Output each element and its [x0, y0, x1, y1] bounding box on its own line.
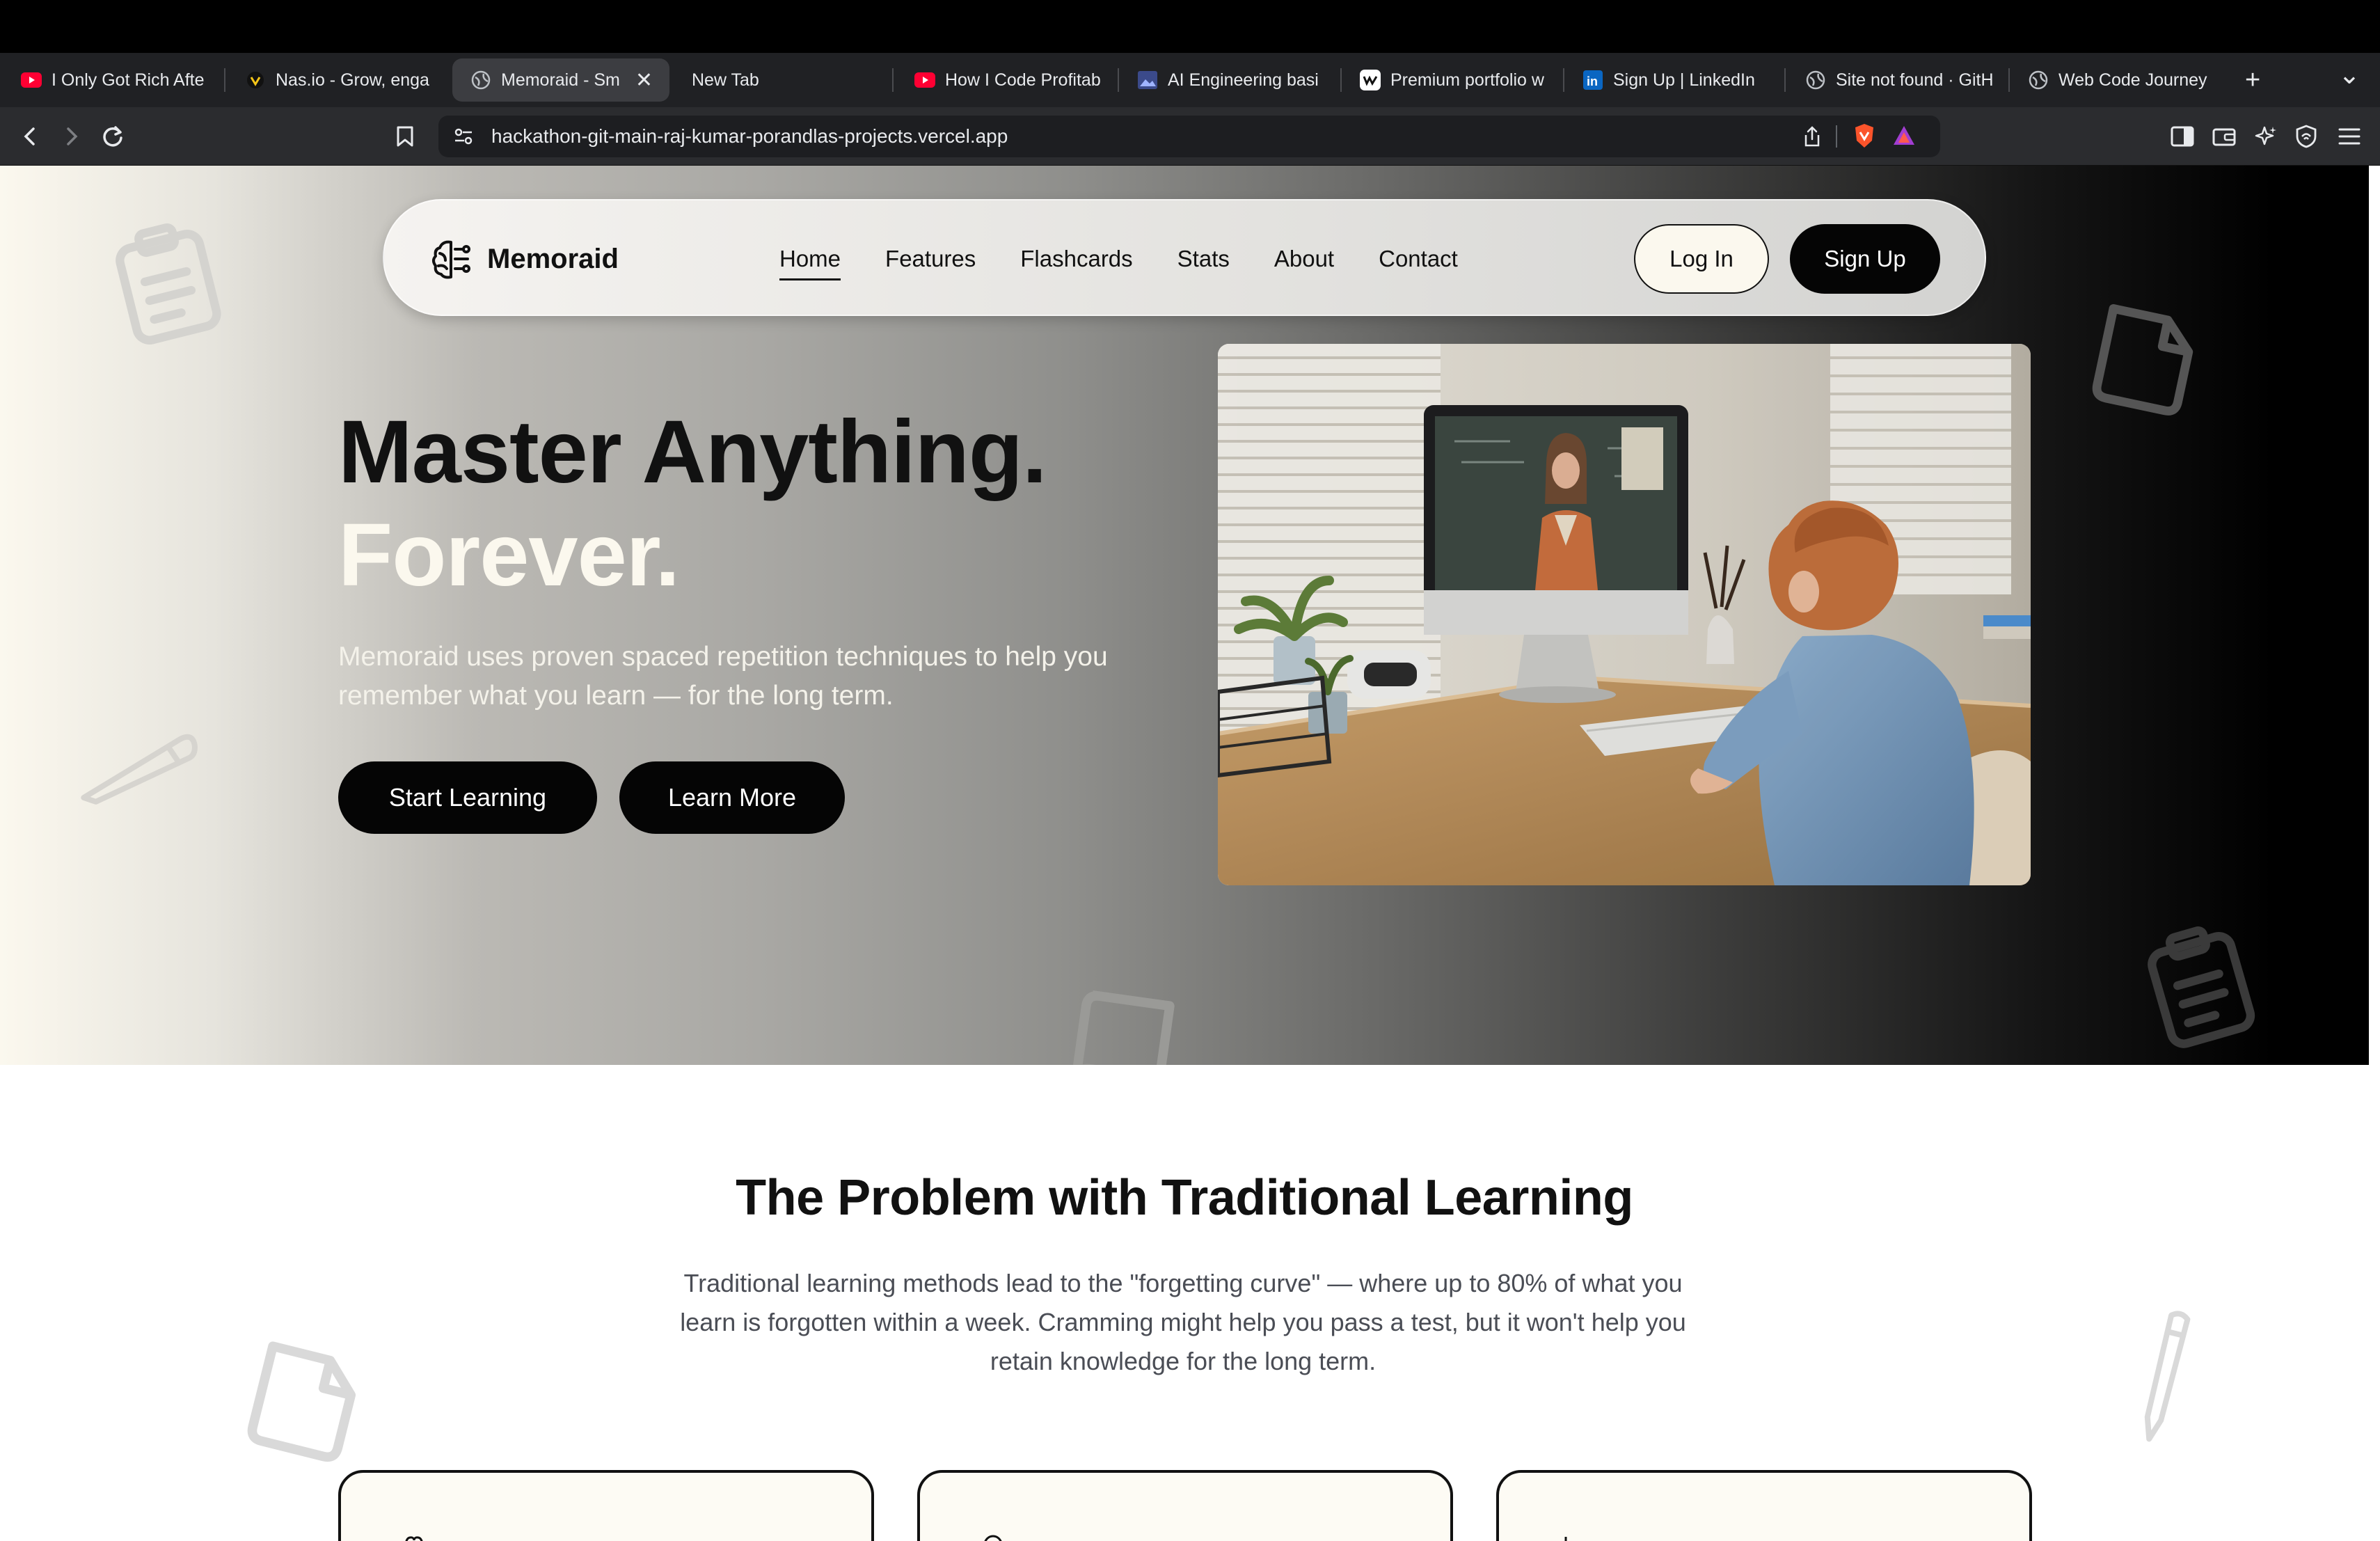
site-navbar: Memoraid Home Features Flashcards Stats … [383, 199, 1986, 316]
tab-strip: I Only Got Rich Afte Nas.io - Grow, enga… [0, 53, 2380, 107]
browser-tab-2[interactable]: Nas.io - Grow, enga [245, 58, 440, 102]
tab-separator [2008, 68, 2010, 92]
tab-title: How I Code Profitab [945, 70, 1101, 90]
pencil-doodle-icon [61, 706, 219, 830]
note-doodle-icon [231, 1331, 374, 1474]
problem-card-2 [917, 1470, 1453, 1541]
url-text: hackathon-git-main-raj-kumar-porandlas-p… [491, 125, 1008, 147]
leo-ai-icon[interactable] [2251, 121, 2281, 152]
linkedin-icon: in [1582, 70, 1603, 90]
learn-more-button[interactable]: Learn More [619, 761, 845, 834]
url-field[interactable]: hackathon-git-main-raj-kumar-porandlas-p… [438, 116, 1940, 157]
share-icon[interactable] [1802, 125, 1822, 151]
tab-separator [1340, 68, 1342, 92]
tab-title: Nas.io - Grow, enga [276, 70, 429, 90]
tab-separator [1784, 68, 1786, 92]
hero-subtext: Memoraid uses proven spaced repetition t… [338, 642, 1108, 711]
clipboard-doodle-icon [2127, 912, 2273, 1058]
brave-rewards-icon[interactable] [1891, 124, 1917, 151]
note-doodle-icon [2077, 294, 2210, 427]
tab-separator [224, 68, 225, 92]
heart-icon [405, 1536, 423, 1541]
brain-logo-icon [432, 240, 470, 279]
chevron-down-icon: ⌄ [2338, 60, 2361, 90]
tab-separator [892, 68, 894, 92]
browser-tab-3-active[interactable]: Memoraid - Sm ✕ [452, 58, 669, 102]
tab-title: Memoraid - Sm [501, 70, 620, 90]
plus-icon: + [2245, 65, 2261, 95]
hero-headline-line1: Master Anything. [338, 402, 1047, 502]
problem-section-title: The Problem with Traditional Learning [736, 1170, 1633, 1226]
problem-section-text: Traditional learning methods lead to the… [680, 1269, 1686, 1375]
image-icon [1137, 70, 1158, 90]
browser-tab-6[interactable]: AI Engineering basi [1137, 58, 1325, 102]
nav-link-stats[interactable]: Stats [1177, 246, 1230, 272]
tab-title: I Only Got Rich Afte [51, 70, 205, 90]
tab-list-button[interactable]: ⌄ [2338, 53, 2366, 96]
signup-button[interactable]: Sign Up [1790, 224, 1940, 294]
divider [1836, 125, 1837, 148]
nav-links: Home Features Flashcards Stats About Con… [779, 200, 1502, 317]
vpn-icon[interactable] [2291, 121, 2322, 152]
window-title-bar [0, 0, 2380, 53]
webflow-icon [1360, 70, 1381, 90]
globe-icon [470, 70, 491, 90]
student-computer-illustration [1218, 344, 2031, 885]
problem-card-1 [338, 1470, 874, 1541]
address-bar-row: hackathon-git-main-raj-kumar-porandlas-p… [0, 107, 2380, 166]
tab-title: Sign Up | LinkedIn [1613, 70, 1755, 90]
pencil-doodle-icon [2107, 1300, 2222, 1455]
nav-link-features[interactable]: Features [885, 246, 976, 272]
problem-card-3 [1496, 1470, 2032, 1541]
clock-icon [984, 1535, 1002, 1541]
menu-icon[interactable] [2334, 121, 2365, 152]
login-button[interactable]: Log In [1634, 224, 1769, 294]
browser-tab-10[interactable]: Web Code Journey [2028, 58, 2216, 102]
wallet-icon[interactable] [2209, 121, 2239, 152]
hero-headline-line2: Forever. [338, 505, 680, 605]
tab-title: New Tab [692, 70, 759, 90]
tab-title: AI Engineering basi [1168, 70, 1319, 90]
browser-tab-5[interactable]: How I Code Profitab [914, 58, 1109, 102]
tab-title: Premium portfolio w [1390, 70, 1544, 90]
tab-separator [1118, 68, 1119, 92]
youtube-icon [21, 70, 42, 90]
back-icon[interactable] [15, 121, 46, 152]
tab-separator [1563, 68, 1564, 92]
forward-icon[interactable] [56, 121, 86, 152]
clipboard-doodle-icon [99, 211, 235, 353]
browser-tab-9[interactable]: Site not found · GitH [1805, 58, 1993, 102]
brand-name: Memoraid [487, 243, 619, 274]
nav-link-about[interactable]: About [1274, 246, 1334, 272]
nav-link-contact[interactable]: Contact [1379, 246, 1458, 272]
browser-tab-1[interactable]: I Only Got Rich Afte [21, 58, 216, 102]
nav-link-home[interactable]: Home [779, 246, 841, 280]
nav-link-flashcards[interactable]: Flashcards [1020, 246, 1132, 272]
browser-tab-4[interactable]: New Tab [692, 58, 887, 102]
globe-icon [1805, 70, 1826, 90]
globe-icon [2028, 70, 2049, 90]
browser-tab-7[interactable]: Premium portfolio w [1360, 58, 1548, 102]
hero-section: Memoraid Home Features Flashcards Stats … [0, 166, 2369, 1065]
book-doodle-icon [1055, 979, 1191, 1065]
brand-link[interactable]: Memoraid [430, 200, 619, 317]
scrollbar-track[interactable] [2369, 166, 2380, 1541]
bookmark-icon[interactable] [390, 121, 420, 152]
sidebar-toggle-icon[interactable] [2167, 121, 2198, 152]
svg-text:in: in [1587, 74, 1598, 88]
site-settings-icon[interactable] [452, 125, 475, 151]
browser-tab-8[interactable]: in Sign Up | LinkedIn [1582, 58, 1777, 102]
hero-image-student-online-class [1218, 344, 2031, 885]
tab-title: Web Code Journey [2058, 70, 2207, 90]
new-tab-button[interactable]: + [2245, 58, 2273, 102]
youtube-icon [914, 70, 935, 90]
nas-icon [245, 70, 266, 90]
tab-title: Site not found · GitH [1836, 70, 1993, 90]
close-tab-icon[interactable]: ✕ [623, 68, 653, 93]
chart-icon [1564, 1537, 1567, 1541]
reload-icon[interactable] [97, 121, 128, 152]
brave-shields-icon[interactable] [1853, 123, 1876, 152]
start-learning-button[interactable]: Start Learning [338, 761, 597, 834]
